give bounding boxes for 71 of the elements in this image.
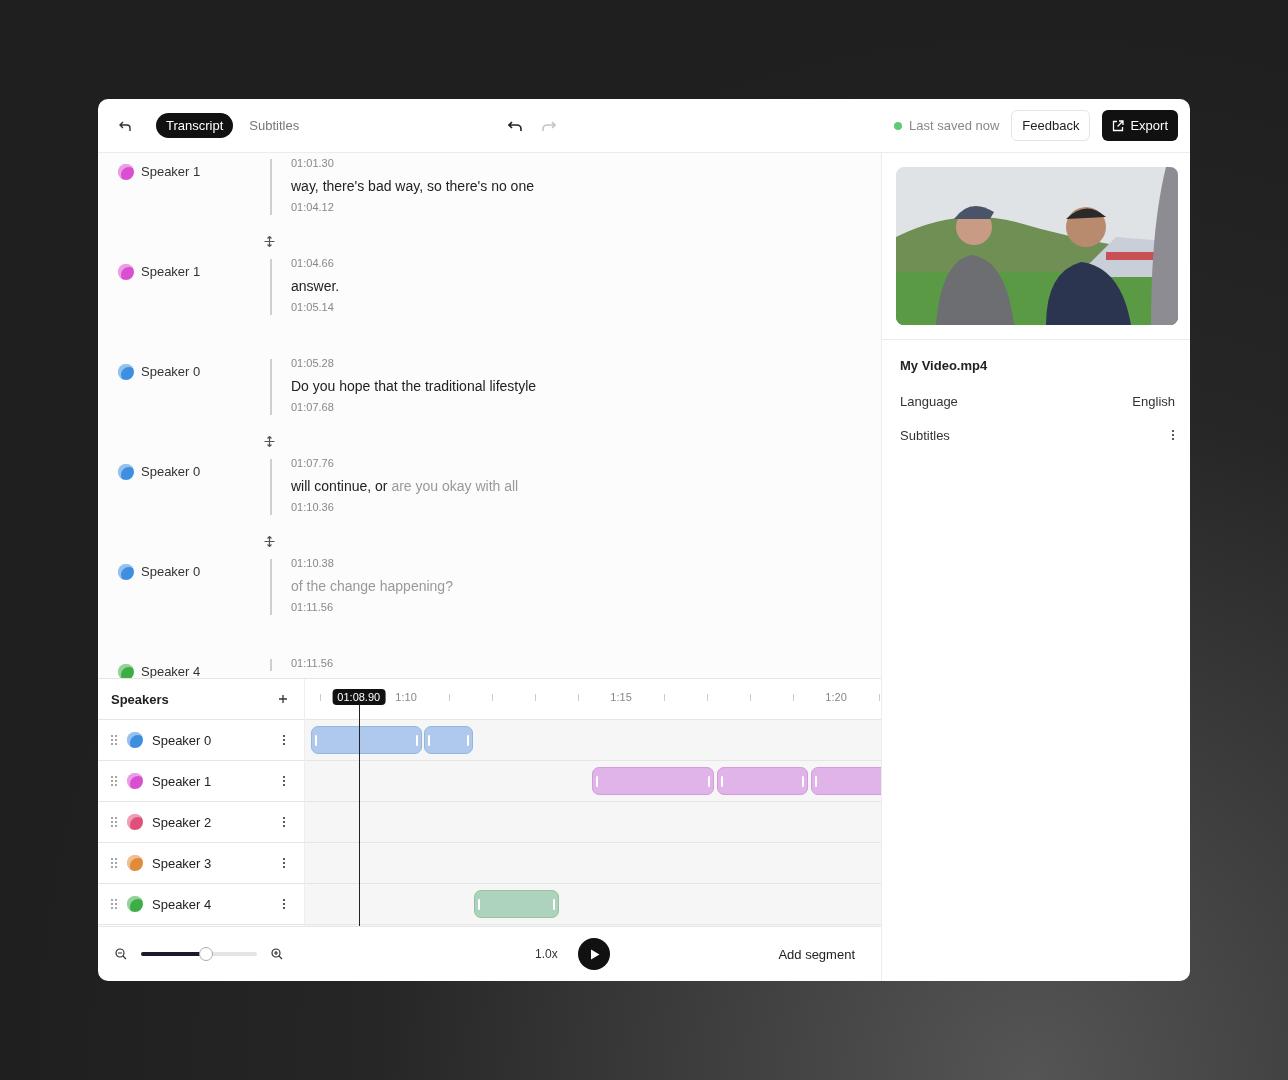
more-icon[interactable] [282, 898, 286, 911]
zoom-out-icon[interactable] [115, 948, 127, 961]
save-status: Last saved now [909, 118, 1000, 133]
speaker-name: Speaker 0 [141, 364, 201, 379]
speaker-name: Speaker 4 [141, 664, 201, 679]
more-icon[interactable] [282, 857, 286, 870]
timestamp: 01:11.56 [291, 657, 334, 669]
tab[interactable]: Subtitles [239, 113, 310, 138]
clip[interactable] [424, 726, 473, 755]
speaker-name: Speaker 2 [152, 814, 213, 830]
speaker-name: Speaker 1 [141, 264, 201, 279]
timestamp: 01:04.66 [291, 257, 335, 269]
clip[interactable] [311, 726, 422, 755]
move-icon[interactable] [264, 436, 275, 447]
transcript-text[interactable]: way, there's bad way, so there's no one [291, 178, 881, 194]
export-button[interactable]: Export [1102, 110, 1178, 141]
property-value[interactable]: English [1132, 393, 1175, 409]
playhead-line[interactable] [358, 705, 360, 927]
move-icon[interactable] [264, 236, 275, 247]
drag-handle-icon[interactable] [110, 898, 118, 911]
tick-label: 1:10 [395, 691, 417, 704]
more-icon[interactable] [1171, 429, 1175, 441]
move-icon[interactable] [264, 536, 275, 547]
timestamp: 01:07.68 [291, 401, 335, 413]
file-name: My Video.mp4 [900, 358, 989, 373]
timestamp: 01:04.12 [291, 201, 335, 213]
undo-icon[interactable] [508, 119, 522, 132]
add-segment-button[interactable]: Add segment [772, 945, 861, 963]
speaker-name: Speaker 3 [152, 855, 213, 871]
timestamp: 01:07.76 [291, 457, 335, 469]
clip[interactable] [474, 890, 559, 919]
external-link-icon [1112, 119, 1125, 132]
speaker-name: Speaker 4 [152, 896, 213, 912]
timestamp: 01:10.38 [291, 557, 335, 569]
play-button[interactable] [577, 938, 610, 971]
timestamp: 01:11.56 [291, 601, 334, 613]
add-icon[interactable] [278, 694, 288, 705]
transcript-text[interactable]: will continue, or are you okay with all [291, 478, 881, 494]
speaker-name: Speaker 0 [141, 464, 201, 479]
timestamp: 01:05.14 [291, 301, 335, 313]
tab[interactable]: Transcript [156, 113, 234, 138]
tick-label: 1:15 [610, 691, 632, 704]
speaker-name: Speaker 1 [141, 164, 201, 179]
playback-speed[interactable]: 1.0x [535, 947, 558, 962]
clip[interactable] [811, 767, 881, 796]
property-label: Subtitles [900, 427, 950, 443]
speaker-name: Speaker 0 [152, 732, 213, 748]
transcript-text[interactable]: answer. [291, 278, 881, 294]
zoom-in-icon[interactable] [271, 948, 283, 961]
zoom-slider[interactable] [141, 947, 257, 962]
timestamp: 01:05.28 [291, 357, 335, 369]
speaker-name: Speaker 1 [152, 773, 213, 789]
drag-handle-icon[interactable] [110, 775, 118, 788]
speaker-name: Speaker 0 [141, 564, 201, 579]
clip[interactable] [717, 767, 808, 796]
property-label: Language [900, 393, 958, 409]
tick-label: 1:20 [825, 691, 847, 704]
play-icon [589, 948, 600, 960]
more-icon[interactable] [282, 816, 286, 829]
drag-handle-icon[interactable] [110, 857, 118, 870]
transcript-text[interactable]: Do you hope that the traditional lifestyle [291, 378, 881, 394]
timestamp: 01:10.36 [291, 501, 335, 513]
more-icon[interactable] [282, 775, 286, 788]
feedback-button[interactable]: Feedback [1011, 110, 1091, 141]
drag-handle-icon[interactable] [110, 734, 118, 747]
speakers-heading: Speakers [111, 691, 169, 707]
more-icon[interactable] [282, 734, 286, 747]
playhead-time[interactable]: 01:08.90 [332, 689, 386, 706]
clip[interactable] [592, 767, 714, 796]
drag-handle-icon[interactable] [110, 816, 118, 829]
timestamp: 01:01.30 [291, 157, 335, 169]
